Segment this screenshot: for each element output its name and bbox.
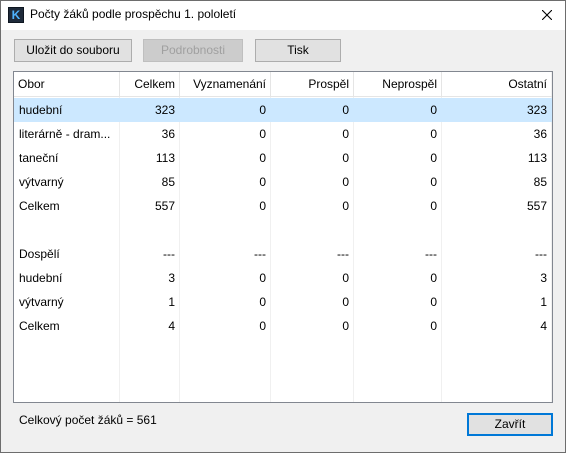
cell-celkem: 557 <box>154 199 175 213</box>
cell-neprospel: 0 <box>430 319 437 333</box>
cell-prospel: 0 <box>342 199 349 213</box>
cell-ostatni: 85 <box>533 175 547 189</box>
cell-prospel: --- <box>337 247 349 261</box>
cell-prospel: 0 <box>342 151 349 165</box>
table-row[interactable]: literárně - dram... 36 0 0 0 36 <box>14 122 552 146</box>
cell-neprospel: --- <box>425 247 437 261</box>
cell-prospel: 0 <box>342 103 349 117</box>
close-button[interactable]: Zavřít <box>467 413 553 436</box>
cell-ostatni: --- <box>535 247 547 261</box>
cell-neprospel: 0 <box>430 151 437 165</box>
table-row[interactable]: výtvarný 85 0 0 0 85 <box>14 170 552 194</box>
cell-ostatni: 4 <box>540 319 547 333</box>
cell-neprospel: 0 <box>430 295 437 309</box>
close-icon <box>542 10 552 20</box>
cell-neprospel: 0 <box>430 199 437 213</box>
cell-ostatni: 36 <box>533 127 547 141</box>
cell-vyznamenani: 0 <box>259 199 266 213</box>
cell-ostatni: 1 <box>540 295 547 309</box>
close-window-button[interactable] <box>529 1 565 30</box>
cell-vyznamenani <box>179 218 270 242</box>
cell-obor: hudební <box>19 271 63 285</box>
cell-ostatni: 3 <box>540 271 547 285</box>
cell-prospel: 0 <box>342 295 349 309</box>
cell-vyznamenani: 0 <box>259 151 266 165</box>
cell-vyznamenani: 0 <box>259 127 266 141</box>
table-row[interactable]: výtvarný 1 0 0 0 1 <box>14 290 552 314</box>
cell-neprospel: 0 <box>430 175 437 189</box>
cell-ostatni: 557 <box>526 199 547 213</box>
column-header-ostatni[interactable]: Ostatní <box>441 72 551 97</box>
table-row[interactable]: taneční 113 0 0 0 113 <box>14 146 552 170</box>
cell-celkem: 85 <box>161 175 175 189</box>
cell-neprospel <box>353 218 441 242</box>
cell-obor: Celkem <box>19 199 60 213</box>
column-header-prospel[interactable]: Prospěl <box>270 72 353 97</box>
cell-vyznamenani: 0 <box>259 295 266 309</box>
table-row[interactable]: Celkem 4 0 0 0 4 <box>14 314 552 338</box>
cell-vyznamenani: 0 <box>259 103 266 117</box>
cell-celkem: 323 <box>154 103 175 117</box>
table-row[interactable]: Celkem 557 0 0 0 557 <box>14 194 552 218</box>
column-header-celkem[interactable]: Celkem <box>119 72 179 97</box>
window-title: Počty žáků podle prospěchu 1. pololetí <box>30 7 237 21</box>
table-row[interactable]: hudební 3 0 0 0 3 <box>14 266 552 290</box>
results-table: Obor Celkem Vyznamenání Prospěl Neprospěl Ost… <box>13 71 553 403</box>
cell-prospel: 0 <box>342 271 349 285</box>
table-header: Obor Celkem Vyznamenání Prospěl Neprospěl Ost… <box>14 72 552 97</box>
cell-prospel <box>270 218 353 242</box>
cell-obor: Celkem <box>19 319 60 333</box>
cell-neprospel: 0 <box>430 103 437 117</box>
details-button[interactable]: Podrobnosti <box>143 39 243 62</box>
cell-obor: hudební <box>19 103 63 117</box>
cell-prospel: 0 <box>342 175 349 189</box>
cell-obor: taneční <box>19 151 59 165</box>
cell-vyznamenani: 0 <box>259 319 266 333</box>
table-row[interactable] <box>14 218 552 242</box>
column-header-vyznamenani[interactable]: Vyznamenání <box>179 72 270 97</box>
total-count-text: Celkový počet žáků = 561 <box>19 413 157 427</box>
cell-neprospel: 0 <box>430 271 437 285</box>
cell-obor <box>14 218 119 242</box>
table-row[interactable]: Dospělí --- --- --- --- --- <box>14 242 552 266</box>
cell-celkem: 4 <box>168 319 175 333</box>
cell-obor: výtvarný <box>19 175 64 189</box>
cell-celkem: --- <box>163 247 175 261</box>
cell-celkem: 113 <box>155 151 175 165</box>
cell-celkem: 36 <box>161 127 175 141</box>
app-logo-icon: K <box>8 7 24 23</box>
column-header-neprospel[interactable]: Neprospěl <box>353 72 441 97</box>
cell-prospel: 0 <box>342 319 349 333</box>
cell-vyznamenani: 0 <box>259 271 266 285</box>
cell-vyznamenani: --- <box>254 247 266 261</box>
cell-celkem: 3 <box>168 271 175 285</box>
cell-ostatni <box>441 218 551 242</box>
cell-ostatni: 113 <box>527 151 547 165</box>
cell-obor: výtvarný <box>19 295 64 309</box>
cell-celkem <box>119 218 179 242</box>
cell-obor: Dospělí <box>19 247 60 261</box>
cell-ostatni: 323 <box>526 103 547 117</box>
column-header-obor[interactable]: Obor <box>14 72 119 97</box>
print-button[interactable]: Tisk <box>255 39 341 62</box>
table-row[interactable]: hudební 323 0 0 0 323 <box>14 98 552 122</box>
save-to-file-button[interactable]: Uložit do souboru <box>14 39 132 62</box>
title-bar[interactable]: K Počty žáků podle prospěchu 1. pololetí <box>1 1 565 30</box>
cell-prospel: 0 <box>342 127 349 141</box>
cell-vyznamenani: 0 <box>259 175 266 189</box>
cell-obor: literárně - dram... <box>19 127 111 141</box>
cell-celkem: 1 <box>168 295 175 309</box>
dialog-window: K Počty žáků podle prospěchu 1. pololetí… <box>0 0 566 453</box>
cell-neprospel: 0 <box>430 127 437 141</box>
